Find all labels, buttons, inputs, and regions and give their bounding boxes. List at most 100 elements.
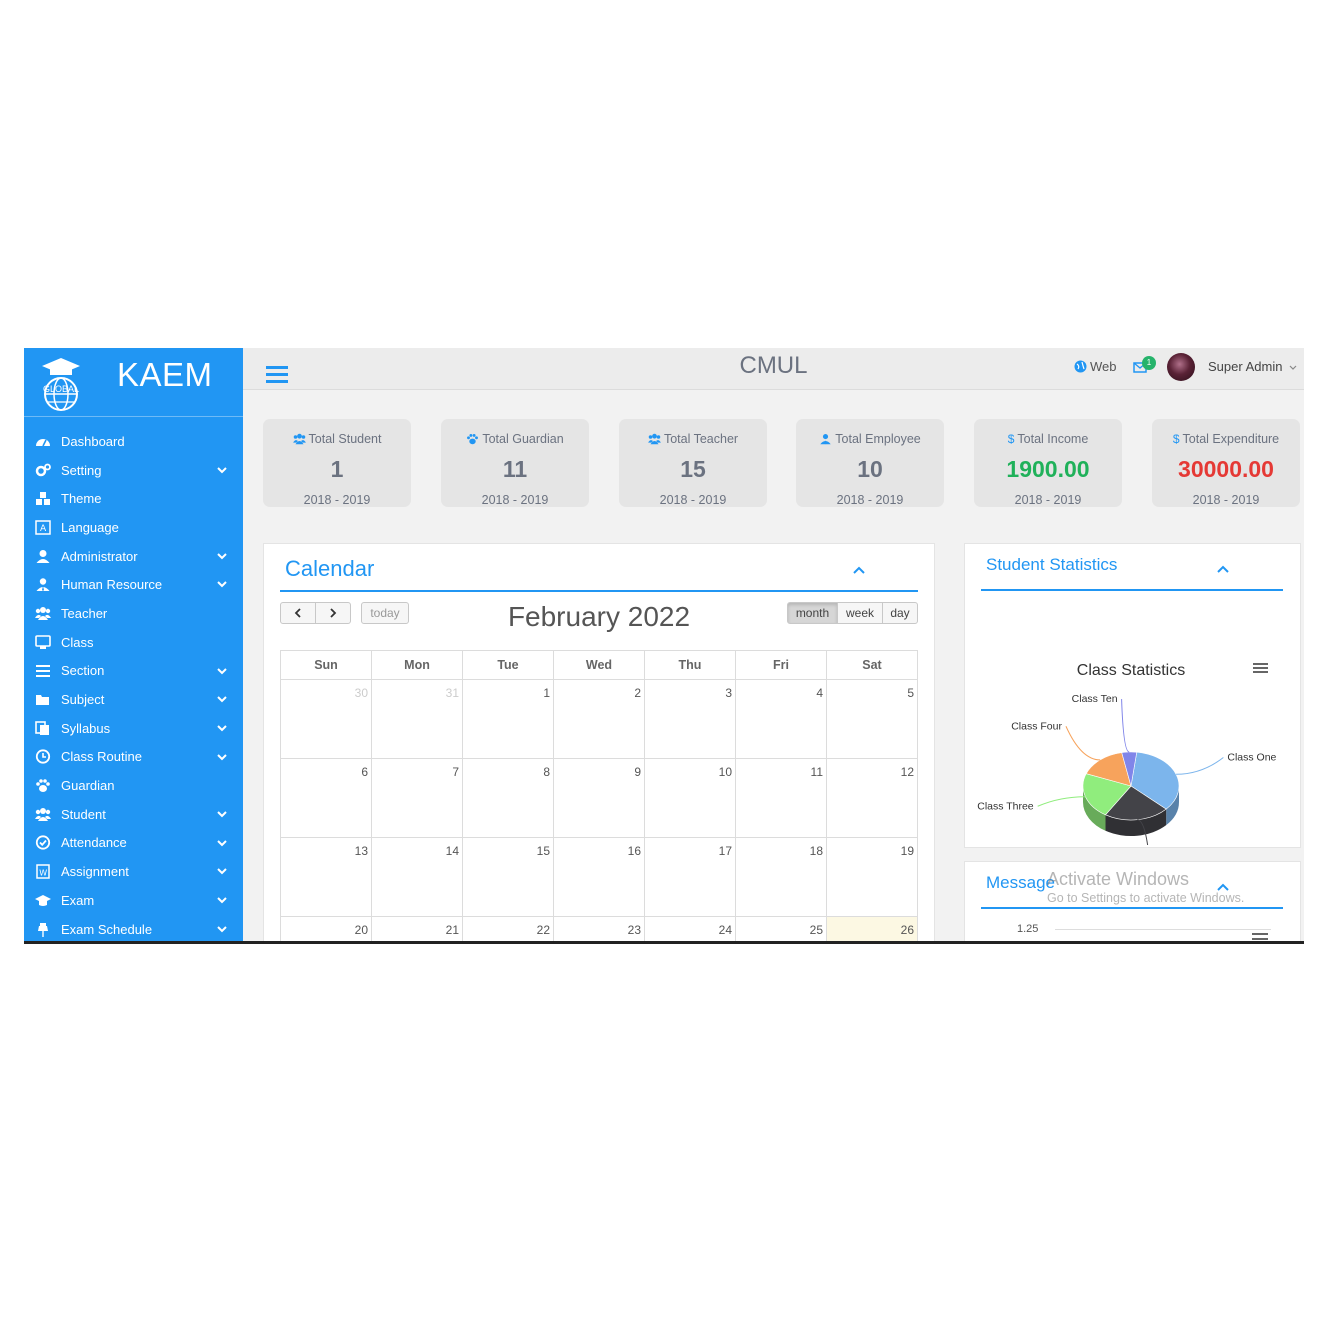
sidebar-item-language[interactable]: A Language [24, 513, 243, 542]
stat-card-total-expenditure: $ Total Expenditure 30000.00 2018 - 2019 [1152, 419, 1300, 507]
weekday-header: Thu [644, 650, 736, 680]
calendar-day-cell[interactable]: 24 [644, 916, 736, 944]
calendar-day-cell[interactable]: 10 [644, 758, 736, 838]
calendar-day-cell[interactable]: 19 [826, 837, 918, 917]
calendar-day-cell[interactable]: 14 [371, 837, 463, 917]
calendar-day-cell[interactable]: 18 [735, 837, 827, 917]
calendar-day-cell[interactable]: 11 [735, 758, 827, 838]
class-statistics-chart: Class StatisticsClass OneClass TwoClass … [977, 662, 1277, 845]
panel-divider [280, 590, 918, 592]
calendar-day-cell[interactable]: 5 [826, 679, 918, 759]
calendar-day-cell[interactable]: 25 [735, 916, 827, 944]
panel-divider [981, 907, 1283, 909]
sidebar-item-human-resource[interactable]: Human Resource [24, 570, 243, 599]
calendar-day-cell[interactable]: 15 [462, 837, 554, 917]
calendar-day-cell[interactable]: 17 [644, 837, 736, 917]
sidebar-item-assignment[interactable]: W Assignment [24, 857, 243, 886]
calendar-day-cell[interactable]: 22 [462, 916, 554, 944]
calendar-day-cell[interactable]: 21 [371, 916, 463, 944]
sidebar-item-guardian[interactable]: Guardian [24, 771, 243, 800]
sidebar-item-label: Language [61, 519, 119, 535]
chart-menu-icon[interactable] [1253, 663, 1268, 673]
sidebar-item-class-routine[interactable]: Class Routine [24, 743, 243, 772]
calendar-day-cell[interactable]: 3 [644, 679, 736, 759]
calendar-day-cell[interactable]: 1 [462, 679, 554, 759]
logo-text: GLOBAL [43, 384, 79, 394]
brand[interactable]: GLOBAL KAEM [24, 348, 243, 417]
dollar-icon: $ [1172, 432, 1180, 446]
sidebar-item-setting[interactable]: Setting [24, 456, 243, 485]
calendar-day-cell[interactable]: 6 [280, 758, 372, 838]
sidebar-item-administrator[interactable]: Administrator [24, 542, 243, 571]
sidebar-item-exam[interactable]: Exam [24, 886, 243, 915]
calendar-day-cell[interactable]: 20 [280, 916, 372, 944]
sidebar-item-section[interactable]: Section [24, 657, 243, 686]
chart-title: Class Statistics [1077, 662, 1185, 679]
stat-year: 2018 - 2019 [836, 493, 904, 507]
weekday-header: Wed [553, 650, 645, 680]
sidebar-item-dashboard[interactable]: Dashboard [24, 427, 243, 456]
stat-label: Total Expenditure [1182, 432, 1280, 446]
view-day-button[interactable]: day [882, 602, 918, 624]
sidebar-item-label: Setting [61, 462, 102, 478]
sidebar-item-label: Assignment [61, 864, 129, 880]
chevron-down-icon [217, 581, 227, 588]
dollar-icon: $ [1007, 432, 1015, 446]
calendar-day-cell[interactable]: 8 [462, 758, 554, 838]
stat-label: Total Income [1017, 432, 1089, 446]
sidebar-item-label: Administrator [61, 548, 138, 564]
users-icon [33, 806, 53, 822]
user-icon [33, 548, 53, 564]
chevron-down-icon [217, 667, 227, 674]
sidebar-item-teacher[interactable]: Teacher [24, 599, 243, 628]
collapse-icon[interactable] [1217, 565, 1229, 573]
calendar-day-cell[interactable]: 31 [371, 679, 463, 759]
user-tie-icon [819, 433, 832, 445]
view-month-button[interactable]: month [787, 602, 838, 624]
chevron-down-icon [217, 753, 227, 760]
sidebar-item-theme[interactable]: Theme [24, 484, 243, 513]
calendar-day-cell[interactable]: 2 [553, 679, 645, 759]
calendar-day-cell[interactable]: 26 [826, 916, 918, 944]
chevron-down-icon [217, 839, 227, 847]
sidebar-item-attendance[interactable]: Attendance [24, 829, 243, 858]
sidebar-item-student[interactable]: Student [24, 800, 243, 829]
stat-value: 11 [502, 456, 528, 482]
graduation-globe-logo: GLOBAL [42, 358, 80, 411]
collapse-icon[interactable] [853, 566, 865, 574]
sidebar-item-class[interactable]: Class [24, 628, 243, 657]
dashboard-icon [33, 433, 53, 449]
web-link[interactable]: Web [1074, 359, 1117, 374]
calendar-week-row: 6 7 8 9 10 11 12 [280, 758, 918, 838]
calendar-day-cell[interactable]: 12 [826, 758, 918, 838]
view-week-button[interactable]: week [837, 602, 883, 624]
calendar-day-cell[interactable]: 23 [553, 916, 645, 944]
pie-label-connector [1121, 699, 1130, 753]
sidebar-item-exam-schedule[interactable]: Exam Schedule [24, 915, 243, 944]
calendar-day-cell[interactable]: 4 [735, 679, 827, 759]
notification-button[interactable]: 1 [1133, 355, 1157, 379]
message-title: Message [986, 873, 1055, 892]
topbar: CMUL Web 1 Super Admin [243, 348, 1304, 390]
stat-value: 1 [330, 456, 344, 482]
sidebar-item-syllabus[interactable]: Syllabus [24, 714, 243, 743]
calendar-day-cell[interactable]: 13 [280, 837, 372, 917]
sidebar-item-label: Class Routine [61, 749, 142, 765]
windows-watermark: Activate Windows Go to Settings to activ… [1047, 869, 1244, 905]
calendar-day-cell[interactable]: 7 [371, 758, 463, 838]
calendar-day-cell[interactable]: 16 [553, 837, 645, 917]
user-menu[interactable]: Super Admin [1208, 359, 1297, 374]
calendar-day-cell[interactable]: 30 [280, 679, 372, 759]
horizontal-scrollbar[interactable] [24, 941, 1304, 944]
chevron-down-icon [217, 553, 227, 560]
sidebar-item-label: Guardian [61, 778, 115, 794]
sidebar-item-label: Human Resource [61, 577, 163, 593]
users-icon [648, 433, 661, 445]
thumbtack-icon [33, 921, 53, 937]
student-statistics-panel: Student Statistics Class Statistics Class… [964, 543, 1301, 848]
weekday-header: Sat [826, 650, 918, 680]
sidebar-item-subject[interactable]: Subject [24, 685, 243, 714]
calendar-day-cell[interactable]: 9 [553, 758, 645, 838]
avatar[interactable] [1167, 353, 1195, 381]
web-link-label: Web [1090, 359, 1117, 374]
